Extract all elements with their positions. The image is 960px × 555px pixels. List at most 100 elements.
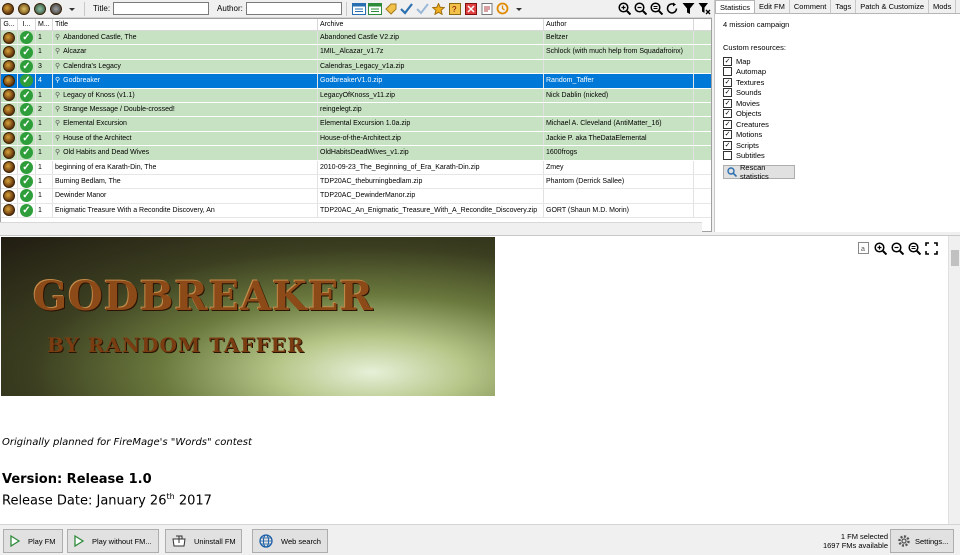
resource-checkbox[interactable]: ✓ [723,119,732,129]
author-filter-input[interactable] [245,2,342,15]
resource-checkbox[interactable]: ✓ [723,109,732,119]
table-row[interactable]: ✓ 4 ⚲ Godbreaker GodbreakerV1.0.zip Random_Ta… [1,74,711,89]
readme-viewer[interactable]: GODBREAKER BY RANDOM TAFFER a Originally… [0,235,960,524]
zoom-out-icon[interactable] [890,241,904,255]
history-icon[interactable] [496,2,510,16]
table-row[interactable]: ✓ 1 beginning of era Karath-Din, The 2010-0… [1,160,711,175]
column-header-installed[interactable]: I... [18,19,36,30]
pin-icon: ⚲ [55,134,61,142]
mission-count-cell: 1 [36,88,53,102]
release-date-filter-icon[interactable] [351,2,366,16]
filter-icon[interactable] [681,2,695,16]
tab-mods[interactable]: Mods [929,0,957,13]
column-header-mission-count[interactable]: M... [36,19,53,30]
archive-cell: LegacyOfKnoss_v11.zip [318,88,544,102]
unsupported-filter-icon[interactable]: ? [448,2,462,16]
tags-filter-icon[interactable] [384,2,398,16]
resource-checkbox[interactable]: ✓ [723,130,732,140]
resource-checkbox[interactable] [723,67,732,77]
fullscreen-icon[interactable] [924,241,938,255]
title-text: Strange Message / Double-crossed! [63,105,175,113]
game-filter-ss2-icon[interactable] [49,2,63,16]
table-row[interactable]: ✓ 1 ⚲ Old Habits and Dead Wives OldHabitsDea… [1,146,711,161]
play-fm-label: Play FM [28,536,56,546]
tab-edit-fm[interactable]: Edit FM [755,0,790,13]
table-row[interactable]: ✓ 1 Dewinder Manor TDP20AC_DewinderManor.zi… [1,189,711,204]
table-row[interactable]: ✓ 1 ⚲ Elemental Excursion Elemental Excursio… [1,117,711,132]
title-text: Abandoned Castle, The [63,34,137,41]
fm-list-table[interactable]: G... I... M... Title Archive Author ✓ 1 ⚲ A… [0,18,712,232]
game-filter-thief1-icon[interactable] [1,2,15,16]
mission-count-cell: 1 [36,160,53,174]
installed-cell: ✓ [18,160,36,174]
finished-filter-icon[interactable] [400,2,414,16]
encoding-icon[interactable]: a [856,241,870,255]
table-row[interactable]: ✓ 1 ⚲ Alcazar 1MIL_Alcazar_v1.7z Schlock (wit… [1,45,711,60]
play-without-fm-button[interactable]: Play without FM... [67,529,159,553]
rating-filter-icon[interactable] [432,2,446,16]
column-header-title[interactable]: Title [53,19,318,30]
tab-tags[interactable]: Tags [831,0,857,13]
play-without-fm-label: Play without FM... [92,536,152,546]
game-filter-thief2-icon[interactable] [17,2,31,16]
column-header-game[interactable]: G... [1,19,18,30]
table-row[interactable]: ✓ 1 Burning Bedlam, The TDP20AC_theburningb… [1,174,711,190]
settings-button[interactable]: Settings... [890,529,954,553]
resource-label: Sounds [736,88,762,98]
table-row[interactable]: ✓ 1 ⚲ Legacy of Knoss (v1.1) LegacyOfKnoss_v… [1,88,711,103]
resource-checkbox[interactable] [723,151,732,161]
table-row[interactable]: ✓ 1 ⚲ House of the Architect House-of-the-Ar… [1,131,711,147]
zoom-in-icon[interactable] [617,2,631,16]
table-row[interactable]: ✓ 3 ⚲ Calendra's Legacy Calendras_Legacy_v1a… [1,59,711,75]
game-filter-thief3-icon[interactable] [33,2,47,16]
installed-cell: ✓ [18,174,36,189]
installed-cell: ✓ [18,102,36,117]
fm-count-status: 1 FM selected 1697 FMs available [823,532,888,550]
chevron-down-icon[interactable] [512,2,526,16]
author-cell: Schlock (with much help from Squadafroin… [544,45,694,59]
archive-cell: TDP20AC_DewinderManor.zip [318,189,544,203]
horizontal-scrollbar[interactable] [0,222,702,232]
resource-checkbox[interactable]: ✓ [723,140,732,150]
uninstall-fm-button[interactable]: Uninstall FM [165,529,242,553]
play-fm-button[interactable]: Play FM [3,529,63,553]
readme-scrollbar[interactable] [948,236,960,524]
settings-label: Settings... [915,536,949,546]
zoom-in-icon[interactable] [873,241,887,255]
resource-checkbox[interactable]: ✓ [723,56,732,66]
thief-game-icon [3,146,15,159]
mission-count-cell: 1 [36,31,53,45]
tab-statistics[interactable]: Statistics [715,0,756,13]
resource-row: ✓ Scripts [723,140,952,151]
table-row[interactable]: ✓ 1 ⚲ Abandoned Castle, The Abandoned Castle… [1,31,711,46]
column-header-author[interactable]: Author [544,19,694,30]
unfinished-filter-icon[interactable] [416,2,430,16]
last-played-filter-icon[interactable] [367,2,382,16]
rescan-statistics-button[interactable]: Rescan statistics [723,163,795,181]
thief-game-icon [3,132,15,145]
resource-checkbox[interactable]: ✓ [723,88,732,98]
tab-comment[interactable]: Comment [790,0,832,13]
table-row[interactable]: ✓ 2 ⚲ Strange Message / Double-crossed! rein… [1,102,711,118]
clear-filters-icon[interactable] [697,2,711,16]
table-row[interactable]: ✓ 1 Enigmatic Treasure With a Recondite Di… [1,203,711,219]
unavailable-filter-icon[interactable] [464,2,478,16]
column-header-archive[interactable]: Archive [318,19,544,30]
resource-checkbox[interactable]: ✓ [723,77,732,87]
thief-game-icon [3,60,15,73]
zoom-out-icon[interactable] [633,2,647,16]
archive-cell: 1MIL_Alcazar_v1.7z [318,45,544,59]
chevron-down-icon[interactable] [65,2,79,16]
game-type-cell [1,160,18,174]
scrollbar-thumb[interactable] [951,250,959,266]
title-cell: ⚲ Elemental Excursion [53,117,318,131]
title-filter-input[interactable] [113,2,210,15]
zoom-reset-icon[interactable] [907,241,921,255]
author-cell: GORT (Shaun M.D. Morin) [544,203,694,218]
web-search-button[interactable]: Web search [252,529,328,553]
resource-checkbox[interactable]: ✓ [723,98,732,108]
refresh-icon[interactable] [665,2,679,16]
zoom-reset-icon[interactable] [649,2,663,16]
show-recent-filter-icon[interactable] [480,2,494,16]
tab-patch-customize[interactable]: Patch & Customize [856,0,929,13]
